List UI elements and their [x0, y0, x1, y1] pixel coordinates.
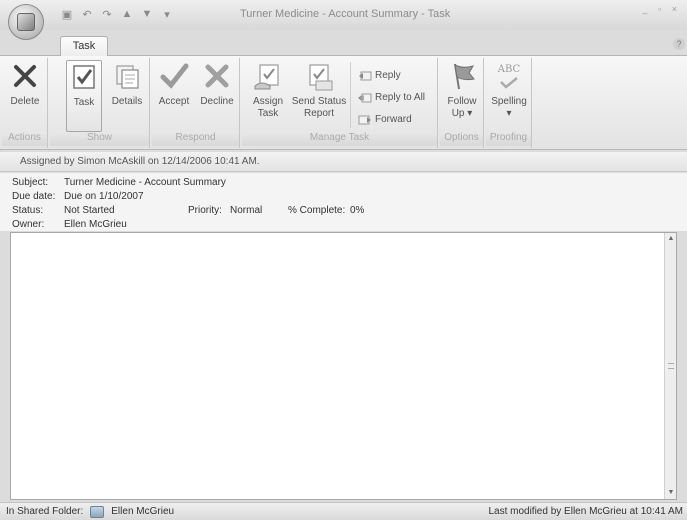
reply-all-button[interactable]: Reply to All	[358, 90, 425, 106]
task-view-button[interactable]: Task	[66, 60, 102, 132]
group-actions: Delete Actions	[2, 58, 48, 148]
group-label-show: Show	[50, 132, 149, 146]
title-bar: ▣ ↶ ↷ ▲ ▼ ▾ Turner Medicine - Account Su…	[0, 0, 687, 30]
group-show: Task Details Show	[50, 58, 150, 148]
send-status-label-2: Report	[303, 108, 334, 119]
assign-task-icon	[254, 64, 279, 90]
owner-value: Ellen McGrieu	[64, 219, 127, 230]
due-date-value: Due on 1/10/2007	[64, 191, 144, 202]
group-label-actions: Actions	[2, 132, 47, 146]
status-row: Status: Not Started Priority: Normal % C…	[12, 204, 612, 217]
assign-task-label-1: Assign	[252, 96, 283, 107]
scroll-down-icon[interactable]: ▼	[667, 489, 675, 497]
task-icon	[73, 65, 95, 89]
assign-task-button[interactable]: Assign Task	[248, 60, 288, 132]
scroll-grip-icon[interactable]	[668, 363, 674, 369]
vertical-scrollbar[interactable]: ▲ ▼	[664, 233, 676, 499]
spelling-icon: ABC	[493, 60, 525, 92]
status-value: Not Started	[64, 205, 115, 216]
group-label-options: Options	[440, 132, 483, 146]
shared-folder-label: In Shared Folder:	[6, 506, 84, 517]
quick-access-toolbar: ▣ ↶ ↷ ▲ ▼ ▾	[60, 6, 174, 22]
group-manage-task: Assign Task Send Status Report Reply Rep…	[242, 58, 438, 148]
send-status-report-button[interactable]: Send Status Report	[290, 60, 348, 132]
group-label-respond: Respond	[152, 132, 239, 146]
details-button[interactable]: Details	[108, 60, 146, 132]
delete-label: Delete	[10, 96, 40, 107]
assign-task-label-2: Task	[257, 108, 279, 119]
percent-complete-label: % Complete:	[288, 205, 346, 216]
shared-folder-owner[interactable]: Ellen McGrieu	[111, 503, 174, 520]
office-logo-icon	[17, 13, 35, 31]
group-label-proofing: Proofing	[486, 132, 531, 146]
priority-value: Normal	[230, 205, 263, 216]
separator	[350, 62, 351, 128]
forward-button[interactable]: Forward	[358, 112, 412, 128]
reply-all-icon	[358, 93, 372, 103]
last-modified: Last modified by Ellen McGrieu at 10:41 …	[488, 506, 683, 517]
subject-label: Subject:	[12, 177, 49, 188]
info-bar: Assigned by Simon McAskill on 12/14/2006…	[0, 152, 687, 172]
down-arrow-icon[interactable]: ▼	[140, 8, 154, 20]
delete-button[interactable]: Delete	[6, 60, 44, 132]
office-button[interactable]	[8, 4, 44, 40]
spelling-label: Spelling	[491, 96, 527, 107]
abc-text: ABC	[497, 64, 521, 75]
redo-icon[interactable]: ↷	[100, 8, 114, 21]
accept-label: Accept	[158, 96, 190, 107]
customize-icon[interactable]: ▾	[160, 8, 174, 21]
group-proofing: ABC Spelling ▾ Proofing	[486, 58, 532, 148]
group-options: Follow Up ▾ Options	[440, 58, 484, 148]
shared-folder-info: In Shared Folder: Ellen McGrieu	[6, 503, 174, 520]
window-title: Turner Medicine - Account Summary - Task	[240, 8, 451, 20]
group-respond: Accept Decline Respond	[152, 58, 240, 148]
task-body-editor[interactable]: ▲ ▼	[10, 232, 677, 500]
accept-button[interactable]: Accept	[154, 60, 194, 132]
task-label: Task	[73, 97, 95, 108]
details-icon	[116, 65, 139, 89]
flag-icon	[454, 63, 475, 90]
spelling-button[interactable]: ABC Spelling ▾	[488, 60, 530, 132]
shared-folder-icon	[90, 506, 105, 518]
decline-x-icon	[205, 64, 229, 88]
group-label-manage-task: Manage Task	[242, 132, 437, 146]
follow-up-label-2: Up ▾	[451, 108, 473, 119]
check-mark-icon	[500, 77, 518, 89]
percent-complete-value: 0%	[350, 205, 365, 216]
status-report-icon	[309, 64, 333, 91]
reply-all-label: Reply to All	[375, 92, 426, 103]
help-icon[interactable]: ?	[673, 38, 685, 50]
reply-icon	[359, 71, 372, 81]
undo-icon[interactable]: ↶	[80, 8, 94, 21]
task-fields: Subject: Turner Medicine - Account Summa…	[0, 173, 687, 231]
reply-label: Reply	[375, 70, 401, 81]
priority-label: Priority:	[188, 205, 222, 216]
subject-value: Turner Medicine - Account Summary	[64, 177, 226, 188]
tab-task[interactable]: Task	[60, 36, 108, 57]
follow-up-label-1: Follow	[447, 96, 477, 107]
window-controls[interactable]: _ ▫ ×	[643, 4, 681, 14]
status-bar: In Shared Folder: Ellen McGrieu Last mod…	[0, 502, 687, 520]
reply-button[interactable]: Reply	[358, 68, 401, 84]
status-label: Status:	[12, 205, 44, 216]
due-date-label: Due date:	[12, 191, 56, 202]
save-icon[interactable]: ▣	[60, 8, 74, 21]
owner-label: Owner:	[12, 219, 45, 230]
spelling-dropdown-arrow[interactable]: ▾	[488, 108, 530, 120]
forward-icon	[358, 115, 371, 125]
delete-icon	[14, 65, 36, 87]
scroll-up-icon[interactable]: ▲	[667, 235, 675, 243]
send-status-label-1: Send Status	[291, 96, 347, 107]
follow-up-button[interactable]: Follow Up ▾	[442, 60, 482, 132]
accept-check-icon	[160, 63, 189, 89]
details-label: Details	[111, 96, 143, 107]
up-arrow-icon[interactable]: ▲	[120, 8, 134, 20]
ribbon: Delete Actions Task Details Show Accept …	[0, 56, 687, 150]
ribbon-tab-row: Task ?	[0, 30, 687, 57]
decline-label: Decline	[200, 96, 234, 107]
decline-button[interactable]: Decline	[196, 60, 238, 132]
forward-label: Forward	[375, 114, 412, 125]
